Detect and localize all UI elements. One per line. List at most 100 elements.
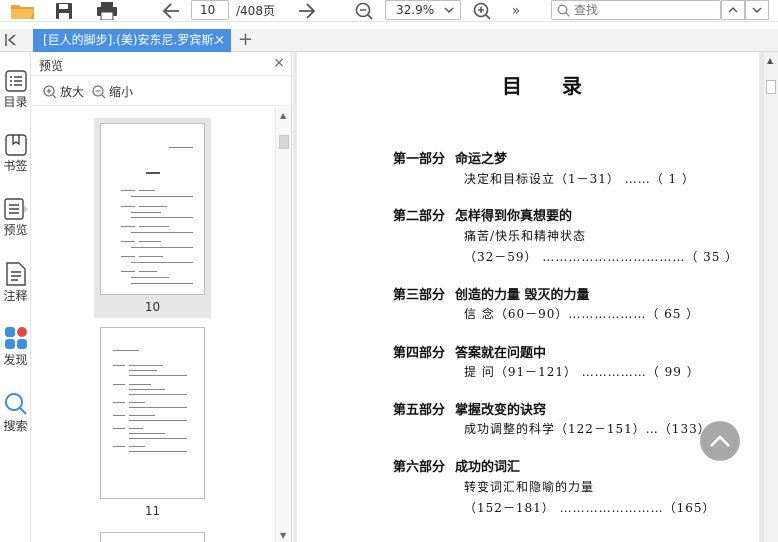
toc-part[interactable]: 第一部分 命运之梦 — [393, 148, 507, 167]
collapse-sidebar-button[interactable] — [4, 32, 20, 48]
next-page-button[interactable] — [296, 0, 318, 21]
sidebar-item-label: 发现 — [3, 353, 28, 367]
page-total-label: /408页 — [236, 4, 275, 18]
toc-entry[interactable]: 信 念（60－90）………………（ 65 ） — [464, 305, 699, 322]
part-name: 怎样得到你真想要的 — [455, 209, 573, 224]
thumbnail-page-10[interactable]: 10 — [94, 118, 211, 318]
page-number-input[interactable]: 10 — [191, 0, 229, 20]
part-number: 第六部分 — [393, 460, 446, 475]
thumbnail-page-number: 11 — [144, 504, 161, 518]
part-name: 命运之梦 — [455, 152, 508, 167]
zoom-select[interactable]: 32.9% — [385, 0, 461, 20]
close-panel-icon[interactable]: × — [273, 55, 285, 71]
part-name: 掌握改变的诀窍 — [455, 403, 547, 418]
prev-page-button[interactable] — [160, 0, 182, 21]
left-sidebar: 目录 书签 预览 注释 发现 搜索 — [0, 52, 31, 542]
document-scrollbar[interactable]: ▲ — [764, 52, 778, 542]
zoom-out-label: 缩小 — [109, 85, 134, 99]
thumb-zoom-out-button[interactable]: 缩小 — [92, 83, 133, 100]
toc-entry[interactable]: （152－181） ……………………（165） — [464, 499, 716, 516]
collapse-left-icon — [5, 34, 16, 46]
toc-part[interactable]: 第六部分 成功的词汇 — [393, 456, 520, 475]
preview-panel-header: 预览 × — [31, 52, 291, 76]
sidebar-item-bookmark[interactable]: 书签 — [0, 134, 31, 174]
sidebar-item-label: 预览 — [3, 223, 28, 237]
toc-entry[interactable]: （32－59） ……………………………（ 35 ） — [464, 248, 738, 265]
discover-icon — [4, 327, 27, 349]
toc-part[interactable]: 第二部分 怎样得到你真想要的 — [393, 205, 572, 224]
back-to-top-button[interactable] — [700, 421, 740, 461]
print-button[interactable] — [95, 0, 119, 21]
sidebar-item-discover[interactable]: 发现 — [0, 326, 31, 368]
toc-entry[interactable]: 决定和目标设立（1－31） ……（ 1 ） — [464, 170, 695, 187]
toc-entry[interactable]: 提 问（91－121） ……………（ 99 ） — [464, 363, 700, 380]
thumbnail-image — [100, 123, 205, 295]
thumbnail-page-number: 10 — [144, 300, 161, 314]
sidebar-item-label: 注释 — [3, 289, 28, 303]
tab-bar: [巨人的脚步].(美)安东尼.罗宾斯. × + — [0, 29, 778, 52]
part-name: 成功的词汇 — [455, 460, 521, 475]
sidebar-item-toc[interactable]: 目录 — [0, 70, 31, 110]
toc-part[interactable]: 第四部分 答案就在问题中 — [393, 342, 546, 361]
part-number: 第二部分 — [393, 209, 446, 224]
thumbnail-scrollbar[interactable]: ▲ ▼ — [275, 107, 291, 542]
sidebar-item-search[interactable]: 搜索 — [0, 392, 31, 434]
part-name: 答案就在问题中 — [455, 346, 547, 361]
search-prev-button[interactable] — [721, 0, 745, 20]
zoom-out-icon — [355, 2, 373, 20]
zoom-out-button[interactable] — [353, 0, 375, 21]
scroll-up-icon[interactable]: ▲ — [767, 56, 773, 65]
search-field[interactable] — [551, 0, 721, 20]
bookmark-icon — [4, 134, 27, 156]
zoom-in-label: 放大 — [60, 85, 85, 99]
preview-zoom-row: 放大 缩小 — [31, 76, 291, 106]
scrollbar-thumb[interactable] — [766, 80, 776, 94]
thumbnail-page-12-partial[interactable] — [100, 532, 205, 542]
document-page: 目录 第一部分 命运之梦 决定和目标设立（1－31） ……（ 1 ） 第二部分 怎样… — [297, 52, 759, 542]
save-icon — [56, 2, 72, 19]
printer-icon — [97, 1, 117, 20]
document-view: 目录 第一部分 命运之梦 决定和目标设立（1－31） ……（ 1 ） 第二部分 怎样… — [293, 52, 778, 542]
toc-icon — [4, 70, 27, 92]
part-number: 第四部分 — [393, 346, 446, 361]
more-tools-button[interactable]: » — [507, 0, 525, 21]
thumbnail-page-11[interactable]: 11 — [94, 322, 211, 522]
part-number: 第五部分 — [393, 403, 446, 418]
arrow-left-icon — [162, 2, 179, 19]
double-chevron-right-icon: » — [511, 2, 521, 19]
thumbnail-list: 10 11 — [31, 107, 276, 542]
toc-entry[interactable]: 成功调整的科学（122－151）…（133） — [464, 420, 711, 437]
save-button[interactable] — [52, 0, 76, 21]
search-input[interactable] — [574, 2, 714, 18]
part-number: 第一部分 — [393, 152, 446, 167]
search-icon — [557, 4, 570, 17]
zoom-in-button[interactable] — [471, 0, 493, 21]
preview-icon — [3, 198, 28, 220]
zoom-in-icon — [43, 84, 57, 98]
close-tab-icon[interactable]: × — [214, 29, 225, 52]
preview-panel: 预览 × 放大 缩小 10 11 ▲ ▼ — [31, 52, 292, 542]
tab-document[interactable]: [巨人的脚步].(美)安东尼.罗宾斯. × — [33, 29, 231, 52]
sidebar-item-label: 搜索 — [3, 419, 28, 433]
folder-icon — [11, 4, 34, 19]
toc-part[interactable]: 第五部分 掌握改变的诀窍 — [393, 399, 546, 418]
panel-title: 预览 — [39, 59, 64, 73]
add-tab-button[interactable]: + — [238, 30, 253, 50]
page-title: 目录 — [502, 74, 622, 98]
open-folder-button[interactable] — [8, 0, 38, 21]
scroll-down-icon[interactable]: ▼ — [280, 531, 286, 540]
search-next-button[interactable] — [745, 0, 769, 20]
sidebar-item-annotation[interactable]: 注释 — [0, 262, 31, 304]
toc-entry[interactable]: 转变词汇和隐喻的力量 — [464, 478, 594, 495]
toolbar: 10 /408页 32.9% » — [0, 0, 778, 22]
scroll-up-icon[interactable]: ▲ — [280, 111, 286, 120]
sidebar-item-label: 书签 — [3, 159, 28, 173]
scrollbar-thumb[interactable] — [279, 135, 289, 149]
toc-part[interactable]: 第三部分 创造的力量 毁灭的力量 — [393, 284, 590, 303]
chevron-up-icon — [728, 7, 738, 13]
toc-entry[interactable]: 痛苦/快乐和精神状态 — [464, 227, 586, 244]
sidebar-item-preview[interactable]: 预览 — [0, 198, 31, 238]
thumb-zoom-in-button[interactable]: 放大 — [43, 83, 84, 100]
part-number: 第三部分 — [393, 288, 446, 303]
zoom-value: 32.9% — [396, 3, 435, 17]
